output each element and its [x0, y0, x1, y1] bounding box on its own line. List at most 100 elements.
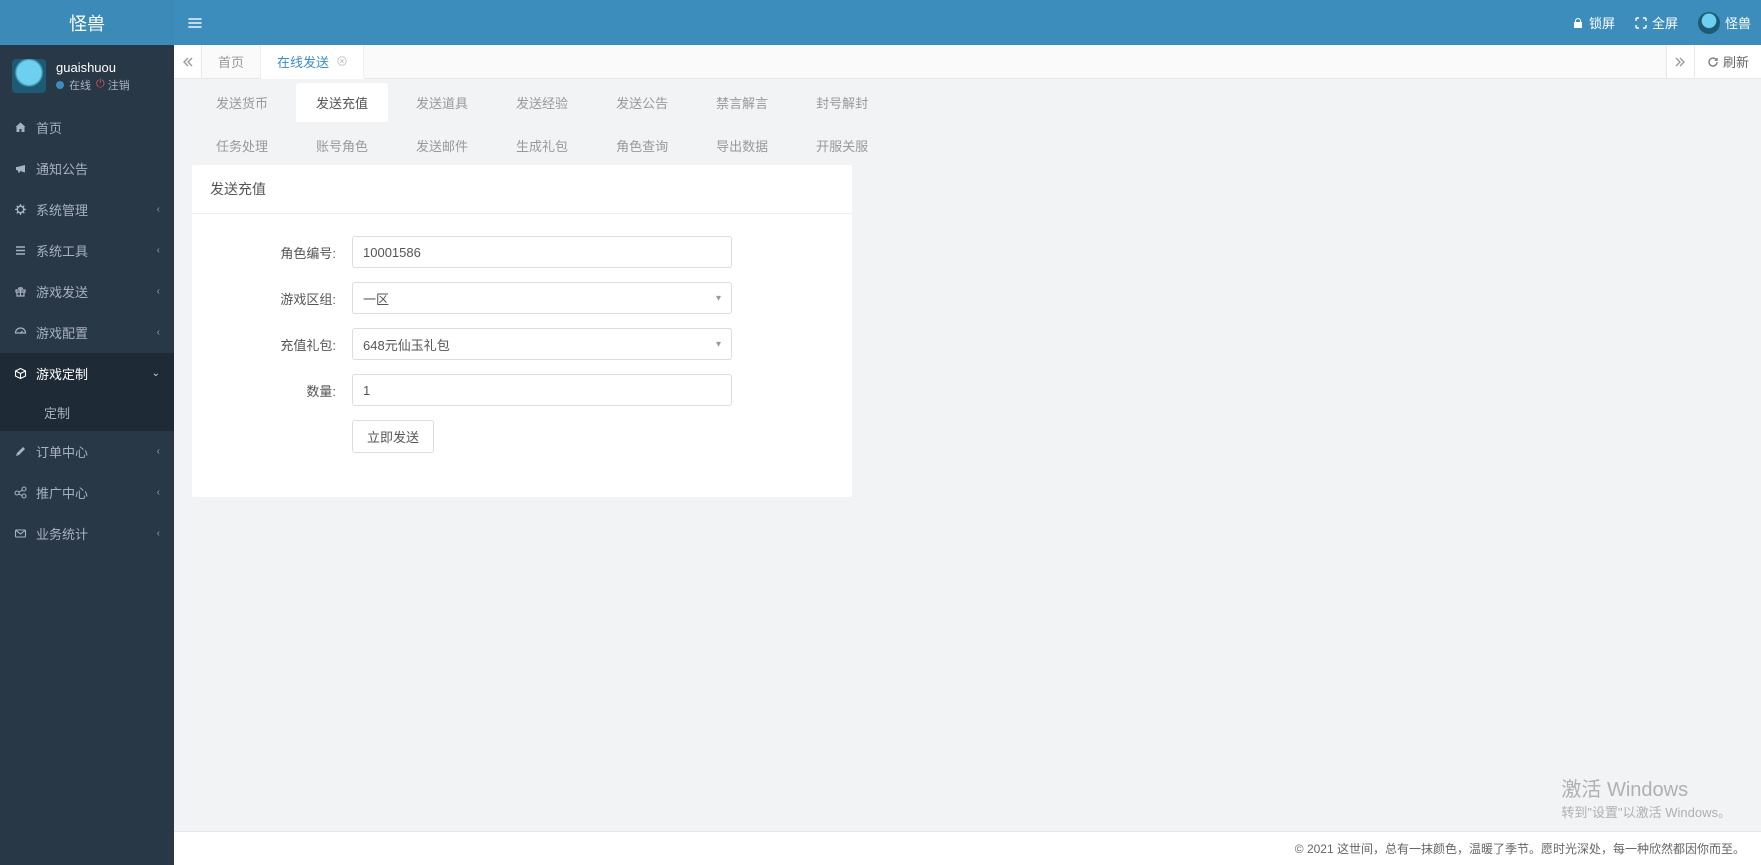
pack-label: 充值礼包:: [212, 335, 352, 354]
chevron-left-icon: ‹: [157, 327, 160, 338]
fullscreen-button[interactable]: 全屏: [1635, 13, 1678, 32]
sidebar-subitem-link[interactable]: 定制: [0, 394, 174, 431]
sidebar-link[interactable]: 通知公告: [0, 148, 174, 189]
double-chevron-left-icon: [182, 56, 194, 68]
sidebar-item-label: 订单中心: [36, 442, 88, 461]
tabs-bar: 首页 在线发送 刷新: [174, 45, 1761, 79]
pack-select[interactable]: 648元仙玉礼包 ▾: [352, 328, 732, 360]
send-recharge-panel: 发送充值 角色编号: 游戏区组: 一区 ▾: [192, 165, 852, 497]
subtab[interactable]: 发送公告: [596, 83, 688, 122]
fullscreen-icon: [1635, 17, 1647, 29]
sidebar-link[interactable]: 游戏定制⌄: [0, 353, 174, 394]
chevron-left-icon: ‹: [157, 446, 160, 457]
logout-link[interactable]: ⏻ 注销: [96, 77, 130, 93]
zone-select[interactable]: 一区 ▾: [352, 282, 732, 314]
footer: © 2021 这世间，总有一抹颜色，温暖了季节。愿时光深处，每一种欣然都因你而至…: [174, 831, 1761, 865]
chevron-down-icon: ⌄: [152, 368, 160, 379]
sidebar-item-label: 系统工具: [36, 241, 88, 260]
subtab[interactable]: 禁言解言: [696, 83, 788, 122]
brand-logo: 怪兽: [0, 0, 174, 45]
avatar-icon: [1698, 12, 1720, 34]
topbar-username: 怪兽: [1725, 13, 1751, 32]
role-id-input[interactable]: [352, 236, 732, 268]
refresh-icon: [1707, 56, 1719, 68]
panel-title: 发送充值: [192, 165, 852, 214]
sidebar: guaishuou 在线 ⏻ 注销 首页通知公告系统管理‹系统工具‹游戏发送‹游…: [0, 45, 174, 865]
sidebar-link[interactable]: 推广中心 ‹: [0, 472, 174, 513]
chevron-left-icon: ‹: [157, 528, 160, 539]
subtabs-row-1: 发送货币发送充值发送道具发送经验发送公告禁言解言封号解封: [192, 79, 1052, 122]
sidebar-link[interactable]: 首页: [0, 107, 174, 148]
chevron-left-icon: ‹: [157, 204, 160, 215]
hamburger-toggle[interactable]: [188, 16, 202, 30]
sidebar-link[interactable]: 系统管理 ‹: [0, 189, 174, 230]
sidebar-item-3: 系统工具 ‹: [0, 230, 174, 271]
subtabs-row-2: 任务处理账号角色发送邮件生成礼包角色查询导出数据开服关服: [192, 122, 1052, 165]
subtab[interactable]: 任务处理: [196, 126, 288, 165]
role-id-label: 角色编号:: [212, 243, 352, 262]
refresh-button[interactable]: 刷新: [1694, 45, 1761, 78]
tab-home[interactable]: 首页: [202, 45, 261, 78]
sidebar-item-label: 系统管理: [36, 200, 88, 219]
chevron-left-icon: ‹: [157, 245, 160, 256]
chevron-left-icon: ‹: [157, 487, 160, 498]
bars-icon: [188, 16, 202, 30]
subtab[interactable]: 发送道具: [396, 83, 488, 122]
tabs-scroll-left[interactable]: [174, 45, 202, 78]
subtab[interactable]: 发送经验: [496, 83, 588, 122]
user-menu-button[interactable]: 怪兽: [1698, 12, 1751, 34]
sidebar-link[interactable]: 业务统计‹: [0, 513, 174, 554]
sidebar-item-label: 游戏配置: [36, 323, 88, 342]
sidebar-item-6: 游戏定制⌄定制: [0, 353, 174, 431]
subtab[interactable]: 生成礼包: [496, 126, 588, 165]
tab-label: 在线发送: [277, 52, 329, 71]
tab-close-icon[interactable]: [337, 56, 347, 66]
subtab[interactable]: 角色查询: [596, 126, 688, 165]
cube-icon: [14, 367, 28, 380]
sidebar-item-1: 通知公告: [0, 148, 174, 189]
topnav: 锁屏 全屏 怪兽: [174, 0, 1761, 45]
subtab[interactable]: 开服关服: [796, 126, 888, 165]
subtab[interactable]: 封号解封: [796, 83, 888, 122]
chevron-left-icon: ‹: [157, 286, 160, 297]
subtab[interactable]: 发送货币: [196, 83, 288, 122]
zone-label: 游戏区组:: [212, 289, 352, 308]
tabs-scroll-right[interactable]: [1666, 45, 1694, 78]
list-icon: [14, 244, 28, 257]
tab-online-send[interactable]: 在线发送: [261, 45, 364, 79]
lock-screen-button[interactable]: 锁屏: [1572, 13, 1615, 32]
sidebar-item-4: 游戏发送‹: [0, 271, 174, 312]
subtab[interactable]: 发送充值: [296, 83, 388, 122]
subtab[interactable]: 发送邮件: [396, 126, 488, 165]
caret-down-icon: ▾: [716, 339, 721, 350]
double-chevron-right-icon: [1674, 56, 1686, 68]
sidebar-link[interactable]: 游戏发送‹: [0, 271, 174, 312]
power-icon: ⏻: [96, 78, 105, 91]
fullscreen-label: 全屏: [1652, 13, 1678, 32]
sidebar-item-5: 游戏配置 ‹: [0, 312, 174, 353]
pencil-icon: [14, 445, 28, 458]
bullhorn-icon: [14, 162, 28, 175]
online-label: 在线: [69, 77, 91, 93]
subtab[interactable]: 账号角色: [296, 126, 388, 165]
submit-button[interactable]: 立即发送: [352, 420, 434, 453]
sidebar-item-label: 推广中心: [36, 483, 88, 502]
sidebar-item-0: 首页: [0, 107, 174, 148]
sidebar-link[interactable]: 游戏配置 ‹: [0, 312, 174, 353]
subtab[interactable]: 导出数据: [696, 126, 788, 165]
share-icon: [14, 486, 28, 499]
sidebar-item-label: 首页: [36, 118, 62, 137]
sidebar-link[interactable]: 订单中心 ‹: [0, 431, 174, 472]
lock-label: 锁屏: [1589, 13, 1615, 32]
topbar: 怪兽 锁屏 全屏 怪兽: [0, 0, 1761, 45]
sidebar-item-2: 系统管理 ‹: [0, 189, 174, 230]
avatar-icon: [12, 59, 46, 93]
envelope-icon: [14, 527, 28, 540]
sidebar-link[interactable]: 系统工具 ‹: [0, 230, 174, 271]
gift-icon: [14, 285, 28, 298]
footer-text: © 2021 这世间，总有一抹颜色，温暖了季节。愿时光深处，每一种欣然都因你而至…: [1295, 840, 1745, 857]
tab-home-label: 首页: [218, 52, 244, 71]
qty-input[interactable]: [352, 374, 732, 406]
qty-label: 数量:: [212, 381, 352, 400]
dashboard-icon: [14, 326, 28, 339]
